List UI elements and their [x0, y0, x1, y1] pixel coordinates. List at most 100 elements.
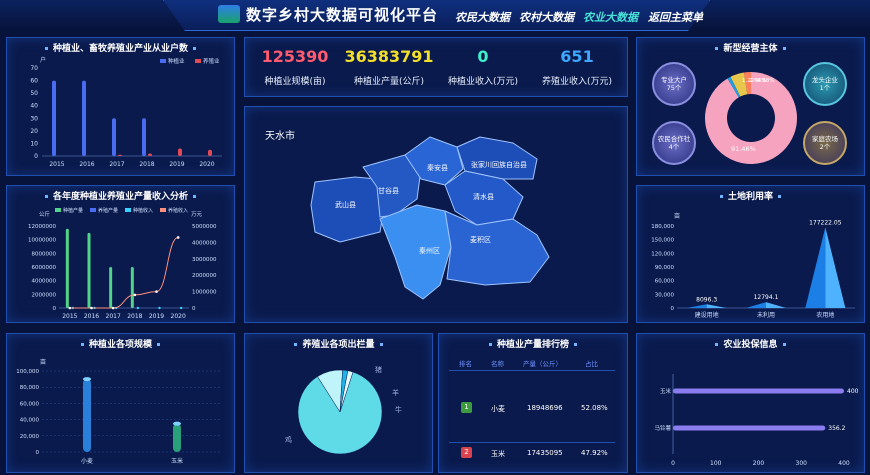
y-axis-label: 户	[40, 56, 46, 64]
rank-badge: 1	[461, 402, 472, 413]
y-tick-label: 0	[671, 306, 675, 312]
nav-village[interactable]: 农村大数据	[519, 9, 574, 25]
map-label-gangu: 甘谷县	[378, 186, 399, 195]
pie-label: 牛	[395, 405, 402, 414]
x-tick-label: 建设用地	[695, 311, 719, 319]
y-tick-label: 20	[30, 128, 38, 135]
insurance-panel: 农业投保信息 0 100 200 300 400 玉米 400 马铃薯 356.2	[636, 333, 865, 473]
donut-label: 4.88%	[757, 78, 774, 84]
bar-livestock	[178, 148, 182, 156]
stat-planting-income-label: 种植业收入(万元)	[447, 77, 519, 87]
entity-leading-enterprise[interactable]: 龙头企业 1个	[803, 62, 847, 106]
entity-cooperative[interactable]: 农民合作社 4个	[652, 121, 696, 165]
point-livestock-income	[90, 306, 93, 310]
x-tick-label: 2016	[84, 313, 99, 320]
x-tick-label: 2017	[106, 313, 121, 320]
y-tick-label: 30,000	[655, 292, 675, 298]
livestock-pie-chart: 鸡 猪羊牛	[285, 365, 402, 455]
legend-label: 种植产量	[63, 207, 83, 214]
donut-slice	[743, 72, 751, 95]
bar-potato	[673, 425, 826, 431]
x-tick-label: 2015	[62, 313, 77, 320]
y-right-tick: 2000000	[192, 273, 217, 279]
bar-corn	[673, 388, 844, 394]
stat-planting-output-value: 36383791	[344, 47, 434, 66]
value-label: 12794.1	[754, 294, 779, 301]
legend-label: 养殖业	[203, 57, 220, 65]
stat-livestock-income-value: 651	[560, 47, 594, 66]
y-tick-label: 60	[30, 78, 38, 85]
yield-income-panel: 各年度种植业养殖业产量收入分析 公斤 万元 0 2000000 4000000 60000…	[6, 185, 235, 323]
y-axis-label: 亩	[674, 212, 680, 220]
x-tick-label: 2019	[149, 313, 164, 320]
bar-livestock	[148, 153, 152, 156]
pie-label: 羊	[392, 388, 399, 397]
legend-label: 种植业	[168, 57, 185, 65]
bar-right-face	[766, 302, 786, 308]
rank-output: 18948696	[527, 404, 563, 412]
point-planting-income	[136, 306, 140, 310]
panel-title: 新型经营主体	[637, 41, 864, 54]
nav-agriculture[interactable]: 农业大数据	[583, 9, 638, 25]
entity-family-farm[interactable]: 家庭农场 2个	[803, 121, 847, 165]
page-title: 数字乡村大数据可视化平台	[246, 6, 439, 24]
x-tick-label: 小麦	[81, 457, 93, 465]
land-use-chart: 亩 0 30,000 60,000 90,000 120,000 150,000 180,00…	[651, 212, 855, 319]
y-tick-label: 50	[30, 90, 38, 97]
x-tick-label: 200	[753, 460, 765, 467]
y-left-tick: 8000000	[32, 251, 57, 257]
bar-planting	[52, 80, 56, 156]
map-region-maiji[interactable]	[444, 210, 550, 286]
donut-slice	[727, 76, 741, 98]
bar-cap	[83, 377, 91, 382]
point-planting-income	[179, 306, 183, 310]
stat-planting-income-value: 0	[477, 47, 489, 66]
x-tick-label: 300	[796, 460, 808, 467]
y-left-tick: 4000000	[32, 279, 57, 285]
point-livestock-income	[155, 290, 158, 293]
y-right-tick: 3000000	[192, 257, 217, 263]
bar-left-face	[686, 304, 707, 308]
legend-swatch	[160, 208, 166, 212]
land-use-panel: 土地利用率 亩 0 30,000 60,000 90,000 120,000 150,000…	[636, 185, 865, 323]
entity-label: 龙头企业	[812, 76, 838, 84]
y-tick-label: 180,000	[651, 224, 674, 230]
y-tick-label: 80,000	[20, 385, 40, 391]
rank-badge: 2	[461, 447, 472, 458]
rank-output: 17435095	[527, 449, 563, 457]
ranking-panel: 种植业产量排行榜 排名 名称 产量（公斤） 占比 1 小麦 18948696 5…	[438, 333, 628, 473]
point-planting-income	[158, 306, 161, 310]
value-label: 8096.3	[696, 296, 717, 303]
bar-planting	[82, 80, 86, 156]
y-tick-label: 0	[36, 450, 40, 456]
planting-scale-panel: 种植业各项规模 亩 0 20,000 40,000 60,000 80,000 100,00…	[6, 333, 235, 473]
y-tick-label: 150,000	[651, 238, 674, 244]
legend-swatch	[195, 59, 201, 63]
map-region-wushan[interactable]	[310, 176, 386, 243]
livestock-panel: 养殖业各项出栏量 鸡猪羊牛	[244, 333, 433, 473]
legend-swatch	[125, 208, 131, 212]
x-tick-label: 2015	[49, 161, 64, 168]
y-left-tick: 10000000	[28, 238, 56, 244]
x-tick-label: 100	[710, 460, 722, 467]
y-tick-label: 0	[34, 153, 38, 160]
map-label-wushan: 武山县	[335, 200, 356, 209]
bar-left-face	[746, 302, 766, 308]
stats-panel: 125390 种植业规模(亩) 36383791 种植业产量(公斤) 0 种植业…	[244, 37, 628, 97]
map-region-qinzhou[interactable]	[379, 204, 452, 300]
y-left-tick: 12000000	[28, 224, 56, 230]
rank-header-share: 占比	[585, 360, 598, 368]
donut-slice	[730, 72, 748, 97]
bar-livestock	[118, 154, 122, 156]
entity-label: 农民合作社	[657, 135, 691, 143]
bar-livestock	[208, 149, 212, 156]
nav-back-main[interactable]: 返回主菜单	[648, 9, 703, 25]
stat-planting-scale-label: 种植业规模(亩)	[264, 77, 326, 87]
x-tick-label: 2018	[127, 313, 142, 320]
nav-farmers[interactable]: 农民大数据	[455, 9, 510, 25]
line-livestock-income	[69, 236, 179, 309]
bar-planting	[142, 118, 146, 156]
y-right-label: 万元	[191, 211, 203, 218]
bar-corn	[173, 423, 181, 452]
entity-specialist-household[interactable]: 专业大户 75个	[652, 62, 696, 106]
